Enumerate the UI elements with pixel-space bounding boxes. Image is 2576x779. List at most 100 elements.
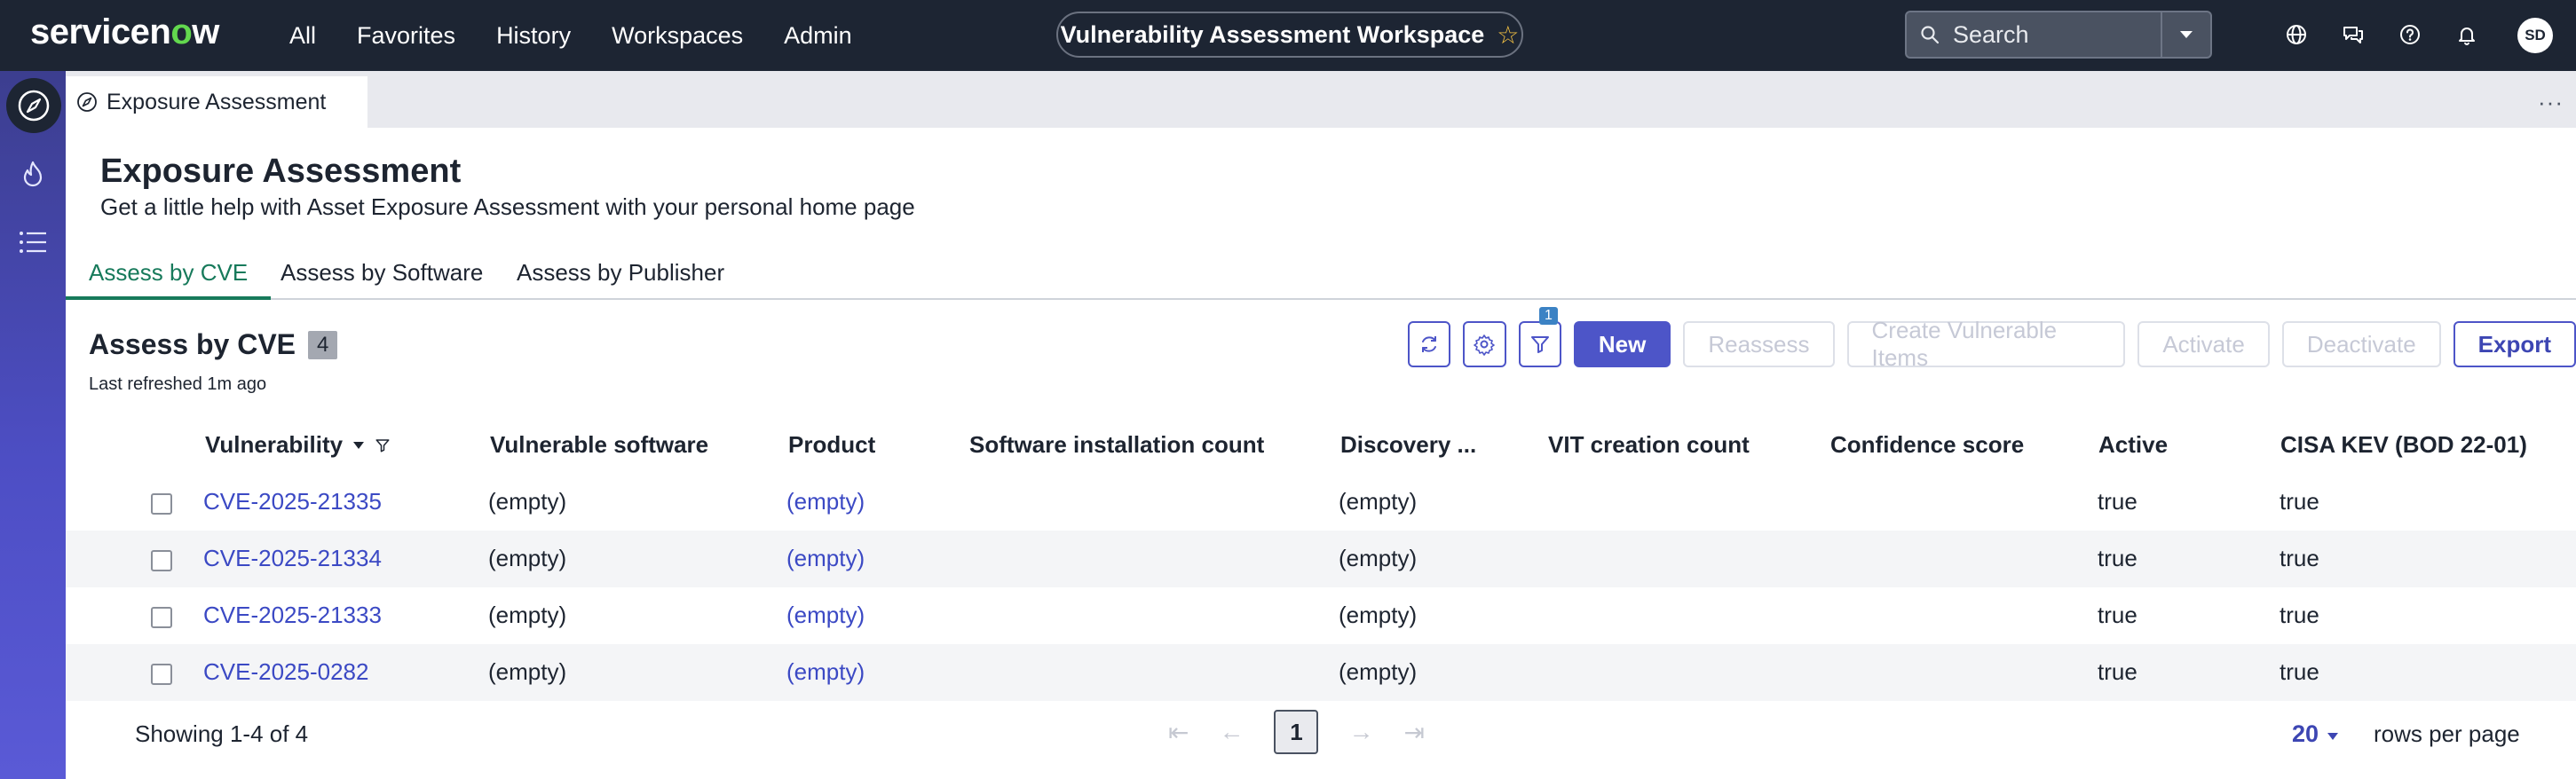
tab-label: Exposure Assessment: [107, 89, 327, 114]
list-toolbar: 1 New Reassess Create Vulnerable Items A…: [1408, 307, 2576, 371]
cisa-kev-cell: true: [2280, 545, 2319, 571]
left-sidebar: [0, 71, 66, 779]
chevron-down-icon: [2327, 733, 2338, 740]
column-header-vulnerability[interactable]: Vulnerability: [205, 431, 391, 459]
pagination: ⇤ ← 1 → ⇥: [1168, 710, 1425, 754]
create-vulnerable-items-button[interactable]: Create Vulnerable Items: [1846, 317, 2126, 371]
column-header-software-installation-count[interactable]: Software installation count: [969, 431, 1264, 459]
nav-link-admin[interactable]: Admin: [784, 22, 852, 50]
cisa-kev-cell: true: [2280, 488, 2319, 515]
rows-per-page-label: rows per page: [2374, 720, 2520, 747]
column-header-confidence-score[interactable]: Confidence score: [1830, 431, 2024, 459]
list-header: Assess by CVE 4: [89, 328, 338, 361]
product-link[interactable]: (empty): [786, 658, 865, 686]
discovery-cell: (empty): [1339, 602, 1418, 628]
search-scope-dropdown[interactable]: [2161, 12, 2210, 57]
column-header-vulnerable-software[interactable]: Vulnerable software: [490, 431, 708, 459]
workspace-title: Vulnerability Assessment Workspace: [1060, 20, 1485, 48]
nav-links: All Favorites History Workspaces Admin: [289, 0, 852, 71]
refresh-button[interactable]: [1408, 321, 1451, 367]
nav-link-favorites[interactable]: Favorites: [357, 22, 455, 50]
record-count-badge: 4: [308, 330, 338, 359]
table-row: CVE-2025-21333 (empty) (empty) (empty) t…: [66, 587, 2576, 644]
sidebar-item-exposure[interactable]: [0, 71, 66, 137]
product-link[interactable]: (empty): [786, 488, 865, 515]
table-footer: Showing 1-4 of 4 ⇤ ← 1 → ⇥ 20 rows per p…: [66, 701, 2576, 779]
vulnerability-link[interactable]: CVE-2025-21335: [203, 488, 382, 515]
compass-icon: [18, 90, 50, 122]
top-navigation: servicenow All Favorites History Workspa…: [0, 0, 2576, 71]
list-title: Assess by CVE: [89, 328, 296, 360]
column-header-active[interactable]: Active: [2098, 431, 2168, 459]
filter-icon: [1530, 336, 1549, 353]
next-page-icon[interactable]: →: [1348, 718, 1373, 746]
tab-assess-by-publisher[interactable]: Assess by Publisher: [494, 259, 747, 300]
last-page-icon[interactable]: ⇥: [1403, 718, 1424, 747]
vulnerability-link[interactable]: CVE-2025-21333: [203, 602, 382, 629]
column-header-discovery[interactable]: Discovery ...: [1340, 431, 1476, 459]
sidebar-item-threats[interactable]: [0, 142, 66, 208]
globe-icon[interactable]: [2280, 18, 2313, 51]
tab-assess-by-cve[interactable]: Assess by CVE: [66, 259, 272, 300]
search-input[interactable]: Search: [1953, 21, 2161, 49]
nav-link-workspaces[interactable]: Workspaces: [612, 22, 743, 50]
product-link[interactable]: (empty): [786, 545, 865, 572]
column-header-product[interactable]: Product: [788, 431, 875, 459]
rows-per-page-select[interactable]: 20: [2292, 720, 2340, 748]
active-indicator: [6, 78, 61, 133]
list-settings-button[interactable]: [1463, 321, 1506, 367]
column-header-vit-creation-count[interactable]: VIT creation count: [1548, 431, 1750, 459]
row-checkbox[interactable]: [151, 664, 172, 685]
tab-exposure-assessment[interactable]: Exposure Assessment: [66, 76, 367, 128]
row-checkbox[interactable]: [151, 550, 172, 571]
chat-icon[interactable]: [2336, 18, 2370, 51]
help-icon[interactable]: [2393, 18, 2427, 51]
star-icon[interactable]: ☆: [1497, 20, 1519, 50]
activate-button[interactable]: Activate: [2137, 321, 2270, 367]
list-icon: [20, 232, 46, 253]
header-icons: [2280, 18, 2484, 51]
rows-per-page-value: 20: [2292, 720, 2319, 747]
cisa-kev-cell: true: [2280, 658, 2319, 685]
table-row: CVE-2025-21335 (empty) (empty) (empty) t…: [66, 474, 2576, 531]
discovery-cell: (empty): [1339, 658, 1418, 685]
sidebar-item-lists[interactable]: [0, 209, 66, 275]
vulnerability-link[interactable]: CVE-2025-21334: [203, 545, 382, 572]
active-cell: true: [2098, 602, 2137, 628]
bell-icon[interactable]: [2450, 18, 2484, 51]
servicenow-logo[interactable]: servicenow: [30, 12, 219, 52]
table-row: CVE-2025-0282 (empty) (empty) (empty) tr…: [66, 644, 2576, 701]
gear-icon: [1474, 334, 1496, 356]
previous-page-icon[interactable]: ←: [1219, 718, 1244, 746]
more-options-icon[interactable]: ···: [2538, 89, 2564, 116]
workspace-title-pill[interactable]: Vulnerability Assessment Workspace ☆: [1056, 12, 1523, 58]
filter-count-badge: 1: [1538, 307, 1558, 325]
sort-descending-icon[interactable]: [352, 440, 366, 451]
column-header-cisa-kev[interactable]: CISA KEV (BOD 22-01): [2280, 431, 2527, 459]
flame-icon: [23, 161, 43, 187]
global-search[interactable]: Search: [1905, 11, 2212, 59]
row-checkbox[interactable]: [151, 493, 172, 515]
vulnerability-link[interactable]: CVE-2025-0282: [203, 658, 368, 686]
product-link[interactable]: (empty): [786, 602, 865, 629]
page-title: Exposure Assessment: [100, 153, 462, 190]
current-page-button[interactable]: 1: [1274, 710, 1319, 754]
table-header: Vulnerability Vulnerable software Produc…: [66, 422, 2576, 470]
filter-button[interactable]: 1: [1518, 307, 1561, 367]
reassess-button[interactable]: Reassess: [1683, 321, 1835, 367]
deactivate-button[interactable]: Deactivate: [2281, 321, 2441, 367]
nav-link-all[interactable]: All: [289, 22, 316, 50]
table-row: CVE-2025-21334 (empty) (empty) (empty) t…: [66, 531, 2576, 587]
column-filter-icon[interactable]: [375, 437, 391, 453]
tab-assess-by-software[interactable]: Assess by Software: [257, 259, 506, 300]
user-avatar[interactable]: SD: [2517, 18, 2553, 53]
new-button[interactable]: New: [1573, 321, 1671, 367]
workspace-tab-strip: Exposure Assessment ···: [66, 71, 2576, 128]
first-page-icon[interactable]: ⇤: [1168, 718, 1189, 747]
assessment-tabs: Assess by CVE Assess by Software Assess …: [66, 257, 2576, 300]
cisa-kev-cell: true: [2280, 602, 2319, 628]
row-checkbox[interactable]: [151, 607, 172, 628]
discovery-cell: (empty): [1339, 488, 1418, 515]
export-button[interactable]: Export: [2453, 321, 2576, 367]
nav-link-history[interactable]: History: [496, 22, 571, 50]
